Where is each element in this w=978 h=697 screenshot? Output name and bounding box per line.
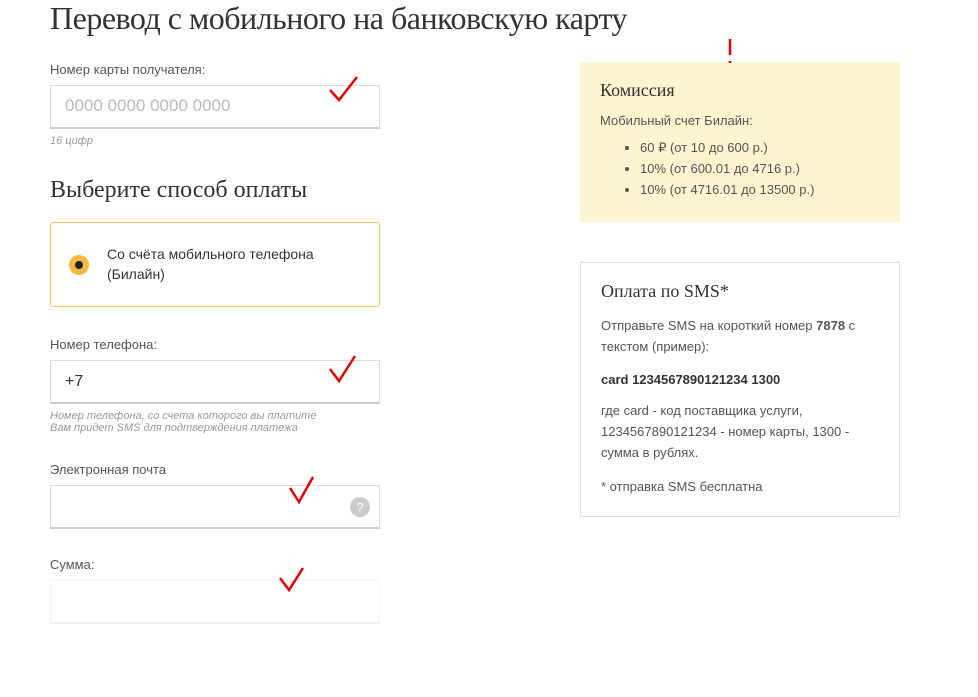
phone-hint: Номер телефона, со счета которого вы пла… [50, 410, 550, 434]
sms-intro: Отправьте SMS на короткий номер 7878 с т… [601, 316, 879, 358]
page-title: Перевод с мобильного на банковскую карту [50, 0, 928, 37]
sms-example: card 1234567890121234 1300 [601, 372, 879, 387]
sms-note: * отправка SMS бесплатна [601, 477, 879, 498]
commission-item: 10% (от 600.01 до 4716 р.) [640, 159, 880, 180]
commission-subtitle: Мобильный счет Билайн: [600, 113, 880, 128]
commission-list: 60 ₽ (от 10 до 600 р.) 10% (от 600.01 до… [600, 138, 880, 200]
amount-label: Сумма: [50, 557, 550, 572]
payment-method-label: Со счёта мобильного телефона (Билайн) [107, 245, 361, 284]
card-label: Номер карты получателя: [50, 62, 550, 77]
help-icon[interactable]: ? [350, 497, 370, 517]
sms-explain: где card - код поставщика услуги, 123456… [601, 401, 879, 463]
commission-item: 60 ₽ (от 10 до 600 р.) [640, 138, 880, 159]
sms-title: Оплата по SMS* [601, 281, 879, 302]
phone-input[interactable] [50, 360, 380, 404]
email-label: Электронная почта [50, 462, 550, 477]
amount-input[interactable] [50, 580, 380, 624]
radio-selected-icon [69, 255, 89, 275]
commission-panel: Комиссия Мобильный счет Билайн: 60 ₽ (от… [580, 62, 900, 222]
email-input[interactable] [50, 485, 380, 529]
commission-item: 10% (от 4716.01 до 13500 р.) [640, 180, 880, 201]
commission-title: Комиссия [600, 80, 880, 101]
phone-label: Номер телефона: [50, 337, 550, 352]
payment-method-title: Выберите способ оплаты [50, 177, 550, 204]
sms-panel: Оплата по SMS* Отправьте SMS на короткий… [580, 262, 900, 517]
card-hint: 16 цифр [50, 135, 550, 147]
payment-method-option[interactable]: Со счёта мобильного телефона (Билайн) [50, 222, 380, 307]
card-number-input[interactable] [50, 85, 380, 129]
